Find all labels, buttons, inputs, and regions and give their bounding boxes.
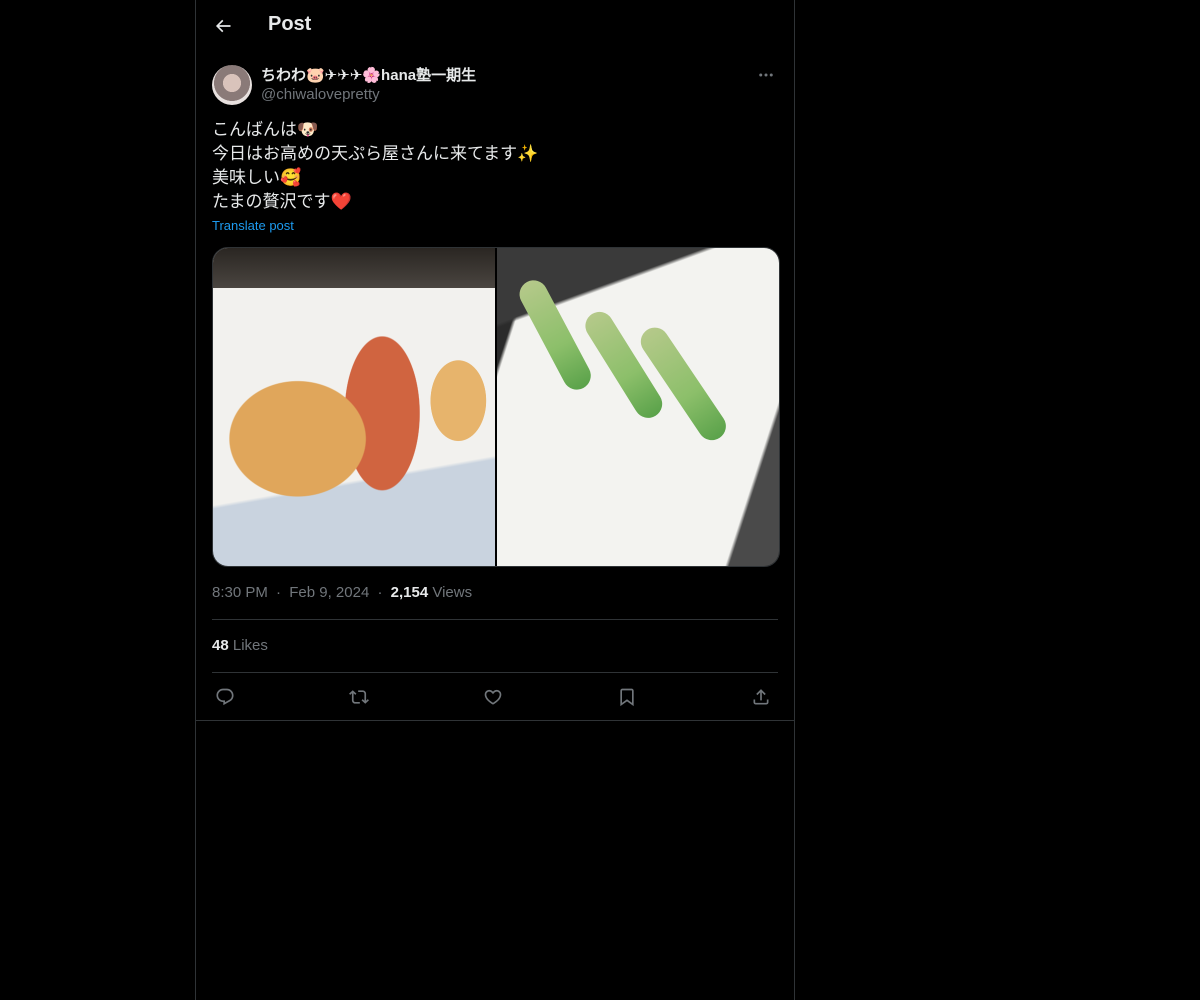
media-image-asparagus-tempura[interactable] [497,248,779,566]
media-image-shrimp-tempura[interactable] [213,248,495,566]
post-header: Post [196,0,794,53]
share-icon [751,687,771,707]
post-date[interactable]: Feb 9, 2024 [289,584,369,601]
share-button[interactable] [748,684,774,710]
meta-separator: · [276,584,282,601]
author-display-name[interactable]: ちわわ🐷✈✈✈🌸hana塾一期生 [261,64,476,85]
post-text-line: こんばんは🐶 [212,120,319,139]
divider [212,672,778,673]
more-dots-icon [757,66,775,84]
author-handle[interactable]: @chiwalovepretty [261,86,380,103]
like-button[interactable] [480,684,506,710]
post-column: Post ちわわ🐷✈✈✈🌸hana塾一期生 @chiwalovepretty こ… [195,0,795,1000]
reply-button[interactable] [212,684,238,710]
divider [212,619,778,620]
views-label: Views [432,584,473,601]
likes-count: 48 [212,637,229,654]
translate-post-link[interactable]: Translate post [212,218,294,233]
reply-icon [215,687,235,707]
meta-separator: · [377,584,383,601]
post-text: こんばんは🐶 今日はお高めの天ぷら屋さんに来てます✨ 美味しい🥰 たまの贅沢です… [212,118,778,214]
repost-button[interactable] [346,684,372,710]
post-text-line: 美味しい🥰 [212,168,302,187]
repost-icon [349,687,369,707]
like-icon [483,687,503,707]
page-title: Post [268,13,312,35]
bookmark-icon [617,687,637,707]
divider [196,720,794,721]
avatar[interactable] [212,65,252,105]
arrow-left-icon [213,16,233,36]
post-time[interactable]: 8:30 PM [212,584,268,601]
back-button[interactable] [208,11,238,41]
post-meta: 8:30 PM · Feb 9, 2024 · 2,154 Views [212,584,472,601]
likes-label: Likes [232,637,268,654]
post-media [212,247,780,567]
more-options-button[interactable] [754,64,778,86]
post-text-line: 今日はお高めの天ぷら屋さんに来てます✨ [212,144,539,163]
post-actions [212,684,778,710]
likes-count-link[interactable]: 48 Likes [212,637,268,654]
post-author: ちわわ🐷✈✈✈🌸hana塾一期生 @chiwalovepretty [212,64,778,108]
views-count: 2,154 [390,584,429,601]
post-text-line: たまの贅沢です❤️ [212,192,352,211]
bookmark-button[interactable] [614,684,640,710]
